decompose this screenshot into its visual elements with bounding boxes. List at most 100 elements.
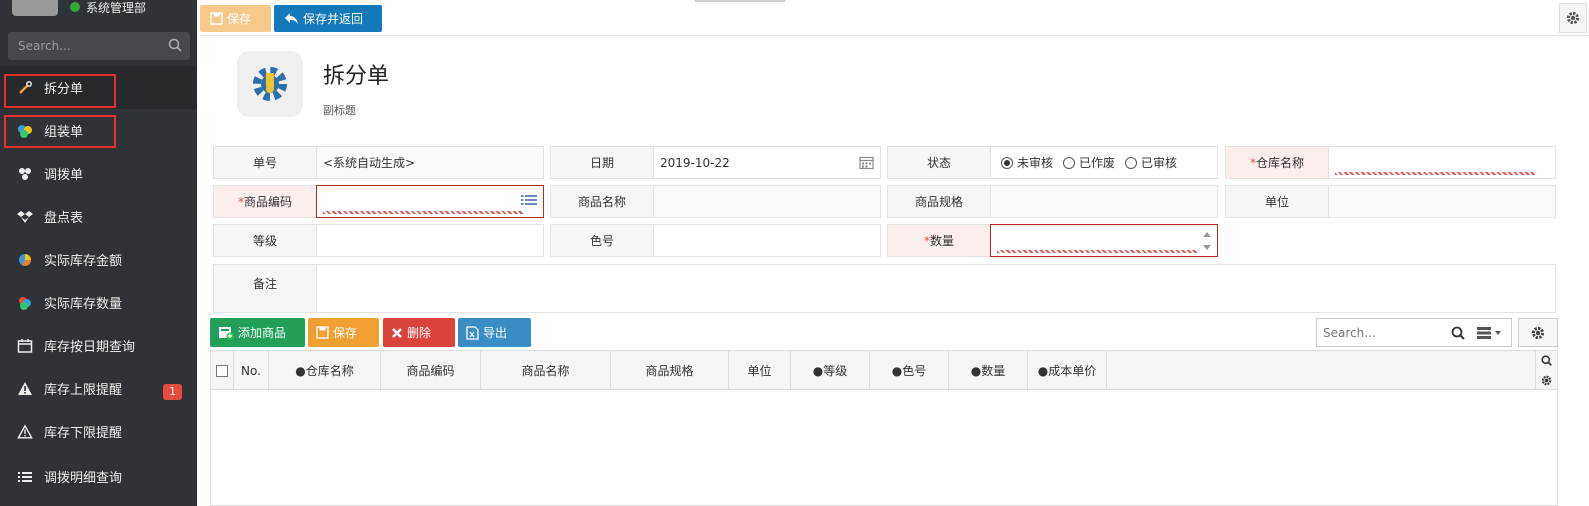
- sidebar-item-stocktake[interactable]: 盘点表: [0, 195, 197, 238]
- spellcheck-underline: [997, 250, 1197, 253]
- grid-header: No. ●仓库名称 商品编码 商品名称 商品规格 单位 ●等级 ●色号 ●数量 …: [211, 351, 1557, 390]
- sidebar-item-assembly-order[interactable]: 组装单: [0, 109, 197, 152]
- order-no-field: <系统自动生成>: [316, 146, 544, 179]
- list-picker-icon[interactable]: [521, 194, 537, 208]
- column-header[interactable]: 单位: [729, 351, 791, 390]
- select-all-checkbox[interactable]: [216, 364, 228, 377]
- sidebar-item-label: 实际库存金额: [44, 254, 123, 269]
- column-header[interactable]: No.: [234, 351, 269, 390]
- layers-icon: [16, 294, 34, 312]
- column-header[interactable]: ●仓库名称: [269, 351, 381, 390]
- radio-label: 已审核: [1141, 156, 1178, 170]
- grid-search: [1316, 318, 1512, 347]
- sidebar-item-label: 库存上限提醒: [44, 383, 123, 398]
- pie-icon: [16, 251, 34, 269]
- sidebar-item-label: 库存按日期查询: [44, 340, 136, 355]
- spinner-arrows-icon[interactable]: [1202, 230, 1212, 252]
- product-code-field[interactable]: [316, 185, 544, 218]
- sidebar-item-transfer-detail[interactable]: 调拨明细查询: [0, 455, 197, 498]
- warehouse-label-text: 仓库名称: [1255, 156, 1304, 170]
- reply-icon: [285, 13, 298, 24]
- warning-outline-icon: [16, 423, 34, 441]
- quantity-stepper[interactable]: [990, 224, 1218, 257]
- sidebar-item-label: 实际库存数量: [44, 297, 123, 312]
- column-header[interactable]: 商品编码: [381, 351, 481, 390]
- sidebar-item-stock-amount[interactable]: 实际库存金额: [0, 238, 197, 281]
- status-label: 状态: [887, 146, 991, 179]
- close-icon: [392, 327, 402, 338]
- sidebar-item-transfer-order[interactable]: 调拨单: [0, 152, 197, 195]
- calendar-icon[interactable]: [859, 155, 874, 170]
- date-value: 2019-10-22: [660, 155, 730, 170]
- search-icon[interactable]: [1451, 326, 1465, 340]
- grid-search-input[interactable]: [1317, 319, 1447, 346]
- quantity-label: * 数量: [887, 224, 991, 257]
- page-icon: [237, 51, 303, 117]
- radio-label: 未审核: [1017, 156, 1054, 170]
- order-no-label: 单号: [213, 146, 317, 179]
- column-toggle-icon[interactable]: [1477, 326, 1505, 340]
- sidebar-item-label: 调拨单: [44, 168, 84, 183]
- floppy-icon: [210, 12, 223, 25]
- sidebar-search: [8, 32, 190, 60]
- delete-label: 删除: [407, 326, 432, 340]
- sidebar-item-split-order[interactable]: 拆分单: [0, 66, 197, 109]
- search-icon[interactable]: [1541, 355, 1552, 367]
- save-and-return-button[interactable]: 保存并返回: [274, 5, 382, 32]
- quantity-label-text: 数量: [929, 234, 954, 248]
- search-icon[interactable]: [168, 38, 182, 52]
- status-radio-group: 未审核 已作废 已审核: [990, 146, 1218, 179]
- product-spec-field: [990, 185, 1218, 218]
- status-radio-void[interactable]: 已作废: [1063, 154, 1115, 171]
- column-header[interactable]: 商品名称: [481, 351, 611, 390]
- unit-label: 单位: [1225, 185, 1329, 218]
- page-title: 拆分单: [323, 64, 390, 89]
- warehouse-field[interactable]: [1328, 146, 1556, 179]
- grid-save-label: 保存: [333, 326, 358, 340]
- save-button[interactable]: 保存: [200, 5, 271, 32]
- grade-field[interactable]: [316, 224, 544, 257]
- column-header[interactable]: ●数量: [949, 351, 1028, 390]
- sidebar-item-label: 组装单: [44, 125, 84, 140]
- floppy-icon: [316, 326, 329, 339]
- user-panel: 系统管理部: [0, 0, 197, 22]
- export-button[interactable]: 导出: [458, 318, 531, 347]
- save-and-return-label: 保存并返回: [303, 12, 364, 26]
- remark-textarea[interactable]: [316, 264, 1556, 313]
- status-radio-unreviewed[interactable]: 未审核: [1001, 154, 1053, 171]
- sidebar-item-stock-quantity[interactable]: 实际库存数量: [0, 281, 197, 324]
- product-code-label: * 商品编码: [213, 185, 317, 218]
- items-grid: No. ●仓库名称 商品编码 商品名称 商品规格 单位 ●等级 ●色号 ●数量 …: [210, 350, 1558, 506]
- gear-icon: [253, 67, 287, 101]
- settings-button[interactable]: [1559, 3, 1587, 33]
- save-label: 保存: [227, 12, 252, 26]
- sidebar-item-stock-lower-alert[interactable]: 库存下限提醒: [0, 410, 197, 453]
- add-product-button[interactable]: 添加商品: [210, 318, 305, 347]
- select-all-cell: [211, 351, 234, 390]
- wrench-icon: [16, 79, 34, 97]
- sidebar-item-label: 库存下限提醒: [44, 426, 123, 441]
- sidebar-item-label: 盘点表: [44, 211, 84, 226]
- alert-count-badge: 1: [163, 384, 182, 400]
- column-header[interactable]: 商品规格: [611, 351, 729, 390]
- sidebar-item-stock-by-date[interactable]: 库存按日期查询: [0, 324, 197, 367]
- color-no-field[interactable]: [653, 224, 881, 257]
- gear-icon[interactable]: [1541, 375, 1552, 386]
- remark-label: 备注: [213, 264, 317, 313]
- status-radio-reviewed[interactable]: 已审核: [1125, 154, 1177, 171]
- add-product-label: 添加商品: [238, 326, 287, 340]
- delete-button[interactable]: 删除: [383, 318, 455, 347]
- column-header[interactable]: ●成本单价: [1028, 351, 1107, 390]
- column-header[interactable]: ●色号: [870, 351, 949, 390]
- cubes-icon: [16, 122, 34, 140]
- avatar[interactable]: [12, 0, 58, 16]
- dropbox-icon: [16, 208, 34, 226]
- product-spec-label: 商品规格: [887, 185, 991, 218]
- grid-settings-button[interactable]: [1518, 318, 1558, 347]
- sidebar-search-input[interactable]: [8, 32, 158, 60]
- product-name-label: 商品名称: [550, 185, 654, 218]
- date-field[interactable]: 2019-10-22: [653, 146, 881, 179]
- spellcheck-underline: [1335, 172, 1535, 175]
- grid-save-button[interactable]: 保存: [308, 318, 379, 347]
- column-header[interactable]: ●等级: [791, 351, 870, 390]
